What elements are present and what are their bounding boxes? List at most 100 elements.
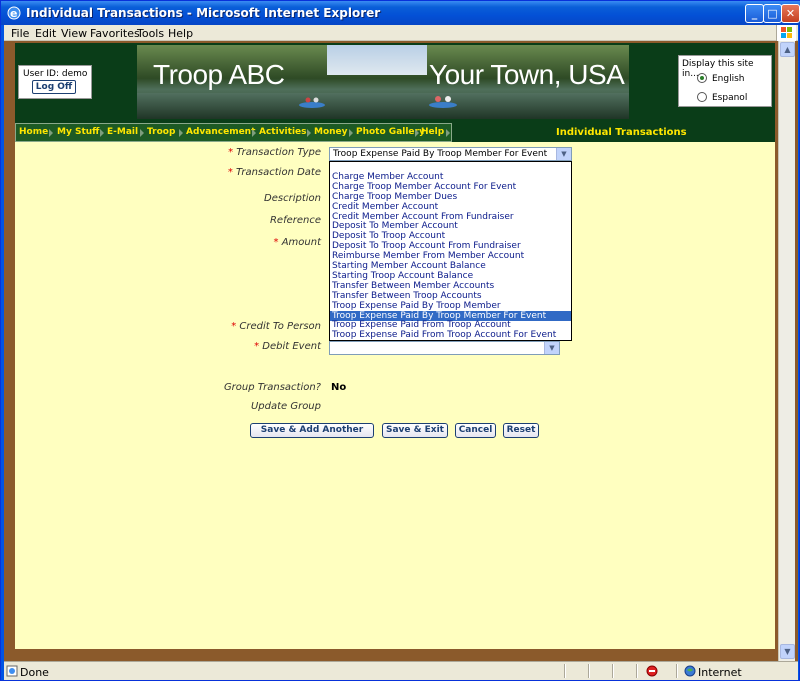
nav-activities[interactable]: Activities [259, 127, 307, 137]
menu-view[interactable]: View [61, 27, 87, 40]
popup-blocked-icon[interactable] [646, 665, 660, 677]
dropdown-option[interactable]: Charge Troop Member Account For Event [330, 182, 571, 192]
nav-help[interactable]: Help [421, 127, 444, 137]
description-label: Description [264, 193, 321, 204]
svg-text:e: e [10, 7, 17, 20]
dropdown-option[interactable]: Deposit To Troop Account From Fundraiser [330, 241, 571, 251]
site-header: User ID: demo Log Off Troop ABC Your Tow [15, 43, 775, 123]
status-divider [564, 664, 566, 678]
dropdown-option[interactable]: Deposit To Troop Account [330, 231, 571, 241]
status-divider [588, 664, 590, 678]
nav-arrow-icon [307, 129, 311, 137]
dropdown-option[interactable]: Credit Member Account [330, 202, 571, 212]
group-transaction-value: No [331, 382, 347, 393]
windows-logo-icon [776, 25, 796, 41]
status-text: Done [20, 666, 49, 679]
dropdown-option[interactable]: Transfer Between Troop Accounts [330, 291, 571, 301]
transaction-type-select[interactable]: Troop Expense Paid By Troop Member For E… [329, 147, 572, 161]
browser-window: e Individual Transactions - Microsoft In… [0, 0, 800, 681]
user-id-label: User ID: demo [23, 69, 88, 79]
nav-arrow-icon [179, 129, 183, 137]
espanol-label: Espanol [712, 93, 748, 103]
dropdown-option[interactable]: Transfer Between Member Accounts [330, 281, 571, 291]
maximize-button[interactable]: □ [763, 4, 782, 23]
cancel-button[interactable]: Cancel [455, 423, 496, 438]
dropdown-option[interactable]: Deposit To Member Account [330, 221, 571, 231]
vertical-scrollbar[interactable]: ▲ ▼ [778, 41, 795, 661]
dropdown-option[interactable]: Reimburse Member From Member Account [330, 251, 571, 261]
dropdown-option[interactable]: Credit Member Account From Fundraiser [330, 212, 571, 222]
dropdown-option[interactable]: Troop Expense Paid From Troop Account Fo… [330, 330, 571, 340]
web-page: User ID: demo Log Off Troop ABC Your Tow [15, 43, 775, 649]
reset-button[interactable]: Reset [503, 423, 539, 438]
nav-arrow-icon [415, 129, 419, 137]
dropdown-option[interactable]: Starting Troop Account Balance [330, 271, 571, 281]
nav-arrow-icon [252, 129, 256, 137]
nav-email[interactable]: E-Mail [107, 127, 138, 137]
dropdown-option[interactable]: Troop Expense Paid By Troop Member [330, 301, 571, 311]
nav-arrow-icon [100, 129, 104, 137]
close-button[interactable]: ✕ [781, 4, 800, 23]
reference-label: Reference [269, 215, 321, 226]
chevron-down-icon[interactable]: ▼ [556, 148, 571, 160]
banner-image: Troop ABC Your Town, USA [137, 45, 629, 119]
dropdown-option[interactable] [330, 162, 571, 172]
status-divider [676, 664, 678, 678]
log-off-button[interactable]: Log Off [32, 80, 76, 94]
menu-favorites[interactable]: Favorites [90, 27, 140, 40]
menu-help[interactable]: Help [168, 27, 193, 40]
debit-event-select[interactable]: ▼ [329, 341, 560, 355]
transaction-date-label: * Transaction Date [227, 167, 321, 178]
scroll-down-icon[interactable]: ▼ [780, 644, 795, 659]
debit-event-label: * Debit Event [254, 341, 321, 352]
page-title: Individual Transactions [556, 127, 687, 138]
minimize-button[interactable]: _ [745, 4, 764, 23]
nav-advancement[interactable]: Advancement [186, 127, 255, 137]
canoe-icon [429, 96, 457, 108]
nav-arrow-icon [446, 129, 450, 137]
nav-my-stuff[interactable]: My Stuff [57, 127, 99, 137]
canoe-icon [299, 97, 325, 108]
banner-sky [327, 45, 427, 75]
banner-troop-name: Troop ABC [153, 59, 285, 90]
english-radio[interactable] [697, 73, 707, 83]
internet-explorer-icon: e [7, 6, 21, 20]
dropdown-option[interactable]: Troop Expense Paid From Troop Account [330, 320, 571, 330]
transaction-type-label: * Transaction Type [228, 147, 321, 158]
espanol-radio[interactable] [697, 92, 707, 102]
title-bar: e Individual Transactions - Microsoft In… [1, 1, 800, 25]
security-zone: Internet [698, 666, 742, 679]
nav-troop[interactable]: Troop [147, 127, 175, 137]
save-exit-button[interactable]: Save & Exit [382, 423, 448, 438]
page-done-icon [6, 665, 18, 677]
menu-tools[interactable]: Tools [137, 27, 164, 40]
dropdown-option[interactable]: Troop Expense Paid By Troop Member For E… [330, 310, 571, 321]
menu-bar: File Edit View Favorites Tools Help [4, 25, 798, 41]
scroll-up-icon[interactable]: ▲ [780, 42, 795, 57]
nav-arrow-icon [349, 129, 353, 137]
window-title: Individual Transactions - Microsoft Inte… [26, 6, 381, 20]
main-nav: Home My Stuff E-Mail Troop Advancement A… [15, 123, 775, 142]
user-box: User ID: demo Log Off [18, 65, 92, 99]
language-selector: Display this site in... English Espanol [678, 55, 772, 107]
save-add-another-button[interactable]: Save & Add Another [250, 423, 374, 438]
amount-label: * Amount [273, 237, 321, 248]
status-divider [612, 664, 614, 678]
nav-money[interactable]: Money [314, 127, 348, 137]
group-transaction-label: Group Transaction? [223, 382, 321, 393]
globe-icon [684, 665, 696, 677]
nav-arrow-icon [49, 129, 53, 137]
nav-links: Home My Stuff E-Mail Troop Advancement A… [15, 123, 452, 142]
chevron-down-icon[interactable]: ▼ [544, 342, 559, 354]
status-bar: Done Internet [4, 661, 798, 680]
credit-to-person-label: * Credit To Person [231, 321, 321, 332]
dropdown-option[interactable]: Starting Member Account Balance [330, 261, 571, 271]
menu-edit[interactable]: Edit [35, 27, 56, 40]
transaction-type-dropdown-list[interactable]: Charge Member Account Charge Troop Member… [329, 161, 572, 341]
dropdown-option[interactable]: Charge Member Account [330, 172, 571, 182]
menu-file[interactable]: File [11, 27, 29, 40]
banner-town-name: Your Town, USA [429, 59, 625, 90]
english-label: English [712, 74, 745, 84]
dropdown-option[interactable]: Charge Troop Member Dues [330, 192, 571, 202]
nav-home[interactable]: Home [19, 127, 48, 137]
